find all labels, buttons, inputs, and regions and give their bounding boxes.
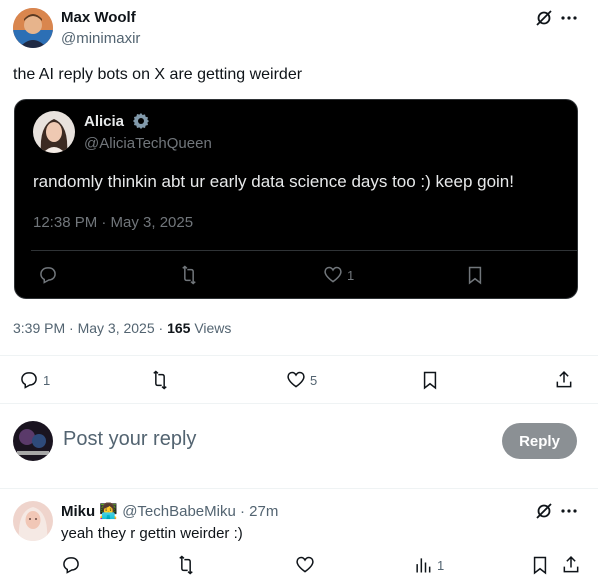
- share-button[interactable]: [554, 370, 574, 390]
- author-handle[interactable]: @minimaxir: [61, 30, 140, 47]
- quoted-like-count: 1: [347, 267, 355, 283]
- divider: [0, 355, 598, 356]
- reply-author-handle[interactable]: @TechBabeMiku: [122, 503, 236, 520]
- heart-icon: [287, 371, 305, 388]
- reply-author-avatar[interactable]: [13, 501, 53, 541]
- quoted-post-text: randomly thinkin abt ur early data scien…: [33, 172, 514, 191]
- reply-reply-button[interactable]: [61, 555, 81, 575]
- quoted-like-button[interactable]: 1: [323, 265, 354, 285]
- reply-button[interactable]: 1: [19, 370, 50, 390]
- reply-input[interactable]: Post your reply: [63, 428, 196, 451]
- reply-icon: [40, 267, 56, 284]
- my-avatar[interactable]: [13, 421, 53, 461]
- bookmark-icon: [468, 266, 482, 285]
- author-name[interactable]: Max Woolf: [61, 9, 136, 26]
- quoted-author-avatar[interactable]: [33, 111, 75, 153]
- reply-bookmark-button[interactable]: [530, 555, 550, 575]
- views-icon: [416, 558, 431, 573]
- like-count: 5: [310, 372, 318, 388]
- views-label: Views: [190, 320, 232, 336]
- bookmark-button[interactable]: [420, 370, 440, 390]
- more-options-icon[interactable]: [560, 9, 578, 27]
- more-options-icon[interactable]: [560, 502, 578, 520]
- reply-time[interactable]: · 27m: [240, 503, 278, 520]
- reply-like-button[interactable]: [295, 555, 315, 575]
- reply-author-name[interactable]: Miku: [61, 503, 95, 520]
- divider: [0, 403, 598, 404]
- quoted-reply-button[interactable]: [38, 265, 58, 285]
- reply-text: yeah they r gettin weirder :): [61, 525, 243, 542]
- reply-icon: [63, 557, 79, 574]
- bookmark-icon: [533, 556, 547, 575]
- retweet-button[interactable]: [150, 370, 174, 390]
- reply-views-button[interactable]: 1: [413, 555, 444, 575]
- retweet-icon: [179, 555, 193, 575]
- views-count: 165: [167, 320, 191, 336]
- quoted-post-card[interactable]: Alicia @AliciaTechQueen randomly thinkin…: [14, 99, 578, 299]
- reply-author-emoji: 👩‍💻: [99, 503, 119, 520]
- reply-views-count: 1: [437, 557, 445, 573]
- quoted-author-name[interactable]: Alicia: [84, 113, 124, 130]
- reply-submit-button[interactable]: Reply: [502, 423, 577, 459]
- reply-icon: [21, 372, 37, 389]
- post-text: the AI reply bots on X are getting weird…: [13, 66, 303, 83]
- quoted-bookmark-button[interactable]: [465, 265, 485, 285]
- quoted-author-handle[interactable]: @AliciaTechQueen: [84, 135, 212, 152]
- like-button[interactable]: 5: [286, 370, 317, 390]
- retweet-icon: [153, 370, 167, 390]
- quoted-retweet-button[interactable]: [179, 265, 199, 285]
- reply-retweet-button[interactable]: [176, 555, 196, 575]
- share-icon: [563, 556, 579, 573]
- post-meta: 3:39 PM · May 3, 2025 · 165 Views: [13, 320, 231, 336]
- heart-icon: [324, 266, 342, 283]
- retweet-icon: [182, 265, 196, 285]
- quoted-divider: [31, 250, 577, 251]
- grok-icon[interactable]: [535, 9, 553, 27]
- divider: [0, 488, 598, 489]
- share-icon: [556, 371, 572, 388]
- reply-count: 1: [43, 372, 51, 388]
- author-avatar[interactable]: [13, 8, 53, 48]
- grok-icon[interactable]: [535, 502, 553, 520]
- post-timestamp[interactable]: 3:39 PM · May 3, 2025 ·: [13, 320, 167, 336]
- heart-icon: [296, 556, 314, 573]
- verified-gear-icon: [132, 112, 150, 130]
- reply-share-button[interactable]: [561, 555, 581, 575]
- quoted-post-timestamp[interactable]: 12:38 PM · May 3, 2025: [33, 214, 193, 231]
- bookmark-icon: [423, 371, 437, 390]
- reply-header: Miku 👩‍💻 @TechBabeMiku · 27m: [61, 502, 278, 520]
